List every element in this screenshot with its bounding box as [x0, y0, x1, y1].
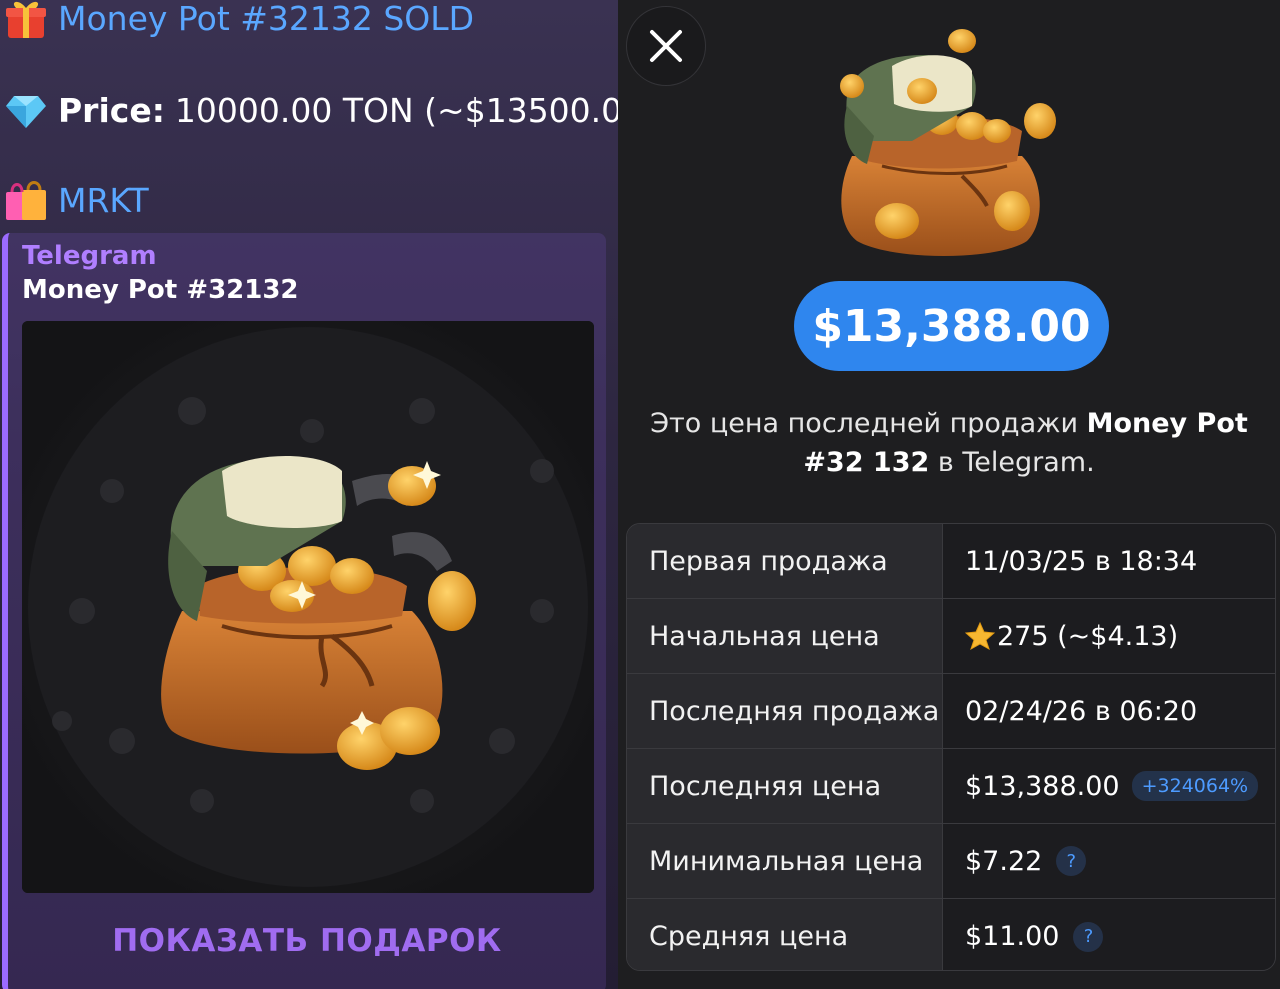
price-description: Это цена последней продажи Money Pot #32…: [638, 404, 1260, 482]
price-value: 10000.00 TON (~$13500.00): [174, 90, 618, 130]
table-row: Последняя продажа 02/24/26 в 06:20: [627, 674, 1275, 749]
show-gift-button[interactable]: ПОКАЗАТЬ ПОДАРОК: [8, 923, 606, 959]
gift-info-sheet: $13,388.00 Это цена последней продажи Mo…: [618, 0, 1280, 989]
link-preview-card[interactable]: Telegram Money Pot #32132 ПОКАЗАТЬ ПОДАР…: [2, 233, 606, 989]
title-line: Money Pot #32132 SOLD: [4, 0, 474, 40]
row-value: 02/24/26 в 06:20: [965, 695, 1198, 727]
message-title-link[interactable]: Money Pot #32132 SOLD: [58, 0, 474, 38]
close-icon: [650, 30, 682, 62]
row-value: 275 (~$4.13): [997, 620, 1179, 652]
preview-site-name: Telegram: [22, 241, 157, 271]
description-suffix: в Telegram.: [937, 447, 1095, 478]
table-row: Минимальная цена $7.22 ?: [627, 824, 1275, 899]
preview-title: Money Pot #32132: [22, 275, 299, 305]
money-pot-image: [840, 29, 1056, 256]
gift-icon: [6, 1, 46, 38]
row-label: Начальная цена: [627, 599, 943, 673]
price-line: Price: 10000.00 TON (~$13500.00): [4, 88, 618, 132]
row-value: $13,388.00: [965, 770, 1120, 802]
market-link[interactable]: MRKT: [58, 181, 149, 220]
row-label: Последняя продажа: [627, 674, 943, 748]
table-row: Начальная цена 275 (~$4.13): [627, 599, 1275, 674]
table-row: Средняя цена $11.00 ?: [627, 899, 1275, 970]
row-value: $11.00: [965, 921, 1060, 952]
last-price-pill: $13,388.00: [794, 281, 1109, 371]
gift-preview-image[interactable]: [22, 321, 594, 893]
price-history-table: Первая продажа 11/03/25 в 18:34 Начальна…: [626, 523, 1276, 971]
row-label: Последняя цена: [627, 749, 943, 823]
row-label: Минимальная цена: [627, 824, 943, 898]
close-button[interactable]: [626, 6, 706, 86]
help-button[interactable]: ?: [1056, 846, 1087, 876]
diamond-icon: [6, 96, 46, 128]
row-value: 11/03/25 в 18:34: [965, 545, 1198, 577]
help-button[interactable]: ?: [1073, 921, 1104, 952]
description-prefix: Это цена последней продажи: [650, 408, 1078, 439]
price-label: Price:: [58, 90, 165, 130]
chat-message: Money Pot #32132 SOLD Price: 10000.00 TO…: [0, 0, 618, 989]
row-label: Средняя цена: [627, 899, 943, 970]
star-icon: [965, 621, 995, 651]
row-label: Первая продажа: [627, 524, 943, 598]
price-change-badge: +324064%: [1131, 771, 1259, 801]
market-line: MRKT: [4, 178, 149, 222]
shopping-bags-icon: [6, 181, 46, 220]
table-row: Первая продажа 11/03/25 в 18:34: [627, 524, 1275, 599]
row-value: $7.22: [965, 845, 1043, 877]
table-row: Последняя цена $13,388.00 +324064%: [627, 749, 1275, 824]
